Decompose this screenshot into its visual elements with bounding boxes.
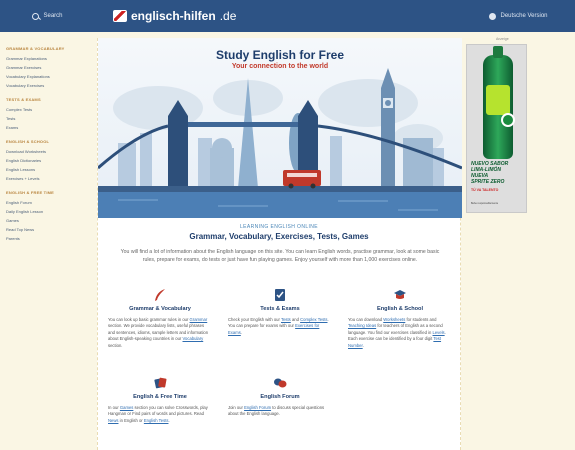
card-title: English & Free Time <box>133 394 187 400</box>
sidebar-item-grammar-exercises[interactable]: Grammar Exercises <box>6 63 89 72</box>
feather-pen-icon <box>155 289 165 301</box>
english-tests-link[interactable]: English Tests <box>144 418 169 423</box>
flag-logo-icon <box>113 10 127 22</box>
card-text: Join our English Forum to discuss specia… <box>228 405 325 417</box>
card-tests: Tests & Exams Check your English with ou… <box>228 288 332 336</box>
sidebar-item-games[interactable]: Games <box>6 216 89 225</box>
card-text: You can download Worksheets for students… <box>348 317 446 348</box>
card-title: English Forum <box>260 394 300 400</box>
sprite-advertisement[interactable]: NUEVO SABOR LIMA-LIMÓN NUEVA SPRITE ZERO… <box>466 44 527 213</box>
brand-badge-icon <box>501 113 515 127</box>
sidebar-item-daily-lesson[interactable]: Daily English Lesson <box>6 207 89 216</box>
hero-subtitle: Your connection to the world <box>231 63 329 70</box>
hero-title: Study English for Free <box>215 48 344 62</box>
graduation-cap-icon <box>394 290 406 299</box>
sidebar-item-english-forum[interactable]: English Forum <box>6 198 89 207</box>
bottle-image <box>483 46 513 159</box>
sidebar-item-vocabulary-exercises[interactable]: Vocabulary Exercises <box>6 81 89 90</box>
globe-icon <box>489 12 497 20</box>
vocabulary-link[interactable]: Vocabulary <box>183 336 204 341</box>
ad-label: Anzeige <box>496 37 509 41</box>
english-forum-link[interactable]: English Forum <box>244 405 271 410</box>
games-link[interactable]: Games <box>120 405 134 410</box>
search-icon <box>32 12 40 20</box>
playing-cards-icon <box>154 377 167 389</box>
worksheets-link[interactable]: Worksheets <box>383 317 405 322</box>
card-text: You can look up basic grammar rules in o… <box>108 317 209 348</box>
sidebar-item-exams[interactable]: Exams <box>6 123 89 132</box>
card-grammar: Grammar & Vocabulary You can look up bas… <box>108 288 212 349</box>
grammar-link[interactable]: Grammar <box>190 317 208 322</box>
language-switch[interactable]: Deutsche Version <box>462 0 575 32</box>
card-freetime: English & Free Time In our Games section… <box>108 376 212 424</box>
hero-banner: Study English for Free Your connection t… <box>98 38 462 218</box>
main-content: Study English for Free Your connection t… <box>97 38 462 450</box>
language-label: Deutsche Version <box>500 13 548 19</box>
sidebar-item-download-worksheets[interactable]: Download Worksheets <box>6 147 89 156</box>
logo-text: englisch-hilfen <box>131 9 216 23</box>
sidebar-item-english-lessons[interactable]: English Lessons <box>6 165 89 174</box>
checklist-icon <box>275 289 285 301</box>
sidebar-heading-grammar: GRAMMAR & VOCABULARY <box>6 46 65 51</box>
sidebar-item-tests[interactable]: Tests <box>6 114 89 123</box>
top-bar: Search englisch-hilfen .de Deutsche Versi… <box>0 0 575 32</box>
card-school: English & School You can download Worksh… <box>348 288 452 349</box>
sidebar-heading-tests: TESTS & EXAMS <box>6 97 41 102</box>
search-button[interactable]: Search <box>0 0 95 32</box>
speech-bubbles-icon <box>274 378 287 388</box>
sidebar: GRAMMAR & VOCABULARY Grammar Explanation… <box>0 32 95 243</box>
sidebar-item-vocabulary-explanations[interactable]: Vocabulary Explanations <box>6 72 89 81</box>
sidebar-heading-freetime: ENGLISH & FREE TIME <box>6 190 55 195</box>
sidebar-item-parents[interactable]: Parents <box>6 234 89 243</box>
intro-paragraph: You will find a lot of information about… <box>120 249 440 263</box>
card-text: In our Games section you can solve Cross… <box>108 405 208 423</box>
complex-tests-link[interactable]: Complex Tests <box>300 317 327 322</box>
ad-claim: TÚ VA TALENTO <box>471 188 499 192</box>
tests-link[interactable]: Tests <box>281 317 291 322</box>
logo-domain: .de <box>219 9 237 23</box>
card-title: Grammar & Vocabulary <box>129 306 191 312</box>
card-title: English & School <box>377 306 423 312</box>
site-logo[interactable]: englisch-hilfen .de <box>113 0 236 32</box>
sidebar-item-grammar-explanations[interactable]: Grammar Explanations <box>6 54 89 63</box>
ad-text: NUEVO SABOR LIMA-LIMÓN NUEVA SPRITE ZERO… <box>471 161 524 193</box>
news-link[interactable]: News <box>108 418 118 423</box>
card-title: Tests & Exams <box>260 306 300 312</box>
intro-kicker: LEARNING ENGLISH ONLINE <box>239 224 319 230</box>
ad-fineprint: Bebe responsablemente <box>471 202 499 205</box>
sidebar-item-top-news[interactable]: Read Top News <box>6 225 89 234</box>
sidebar-item-english-dictionaries[interactable]: English Dictionaries <box>6 156 89 165</box>
levels-link[interactable]: Levels <box>433 330 445 335</box>
card-text: Check your English with our Tests and Co… <box>228 317 329 335</box>
sidebar-item-complex-tests[interactable]: Complex Tests <box>6 105 89 114</box>
sidebar-heading-school: ENGLISH & SCHOOL <box>6 139 50 144</box>
teaching-ideas-link[interactable]: Teaching Ideas <box>348 323 376 328</box>
card-forum: English Forum Join our English Forum to … <box>228 376 332 418</box>
search-label: Search <box>43 13 63 19</box>
intro-heading: Grammar, Vocabulary, Exercises, Tests, G… <box>189 232 369 241</box>
sidebar-item-exercises-levels[interactable]: Exercises + Levels <box>6 174 89 183</box>
